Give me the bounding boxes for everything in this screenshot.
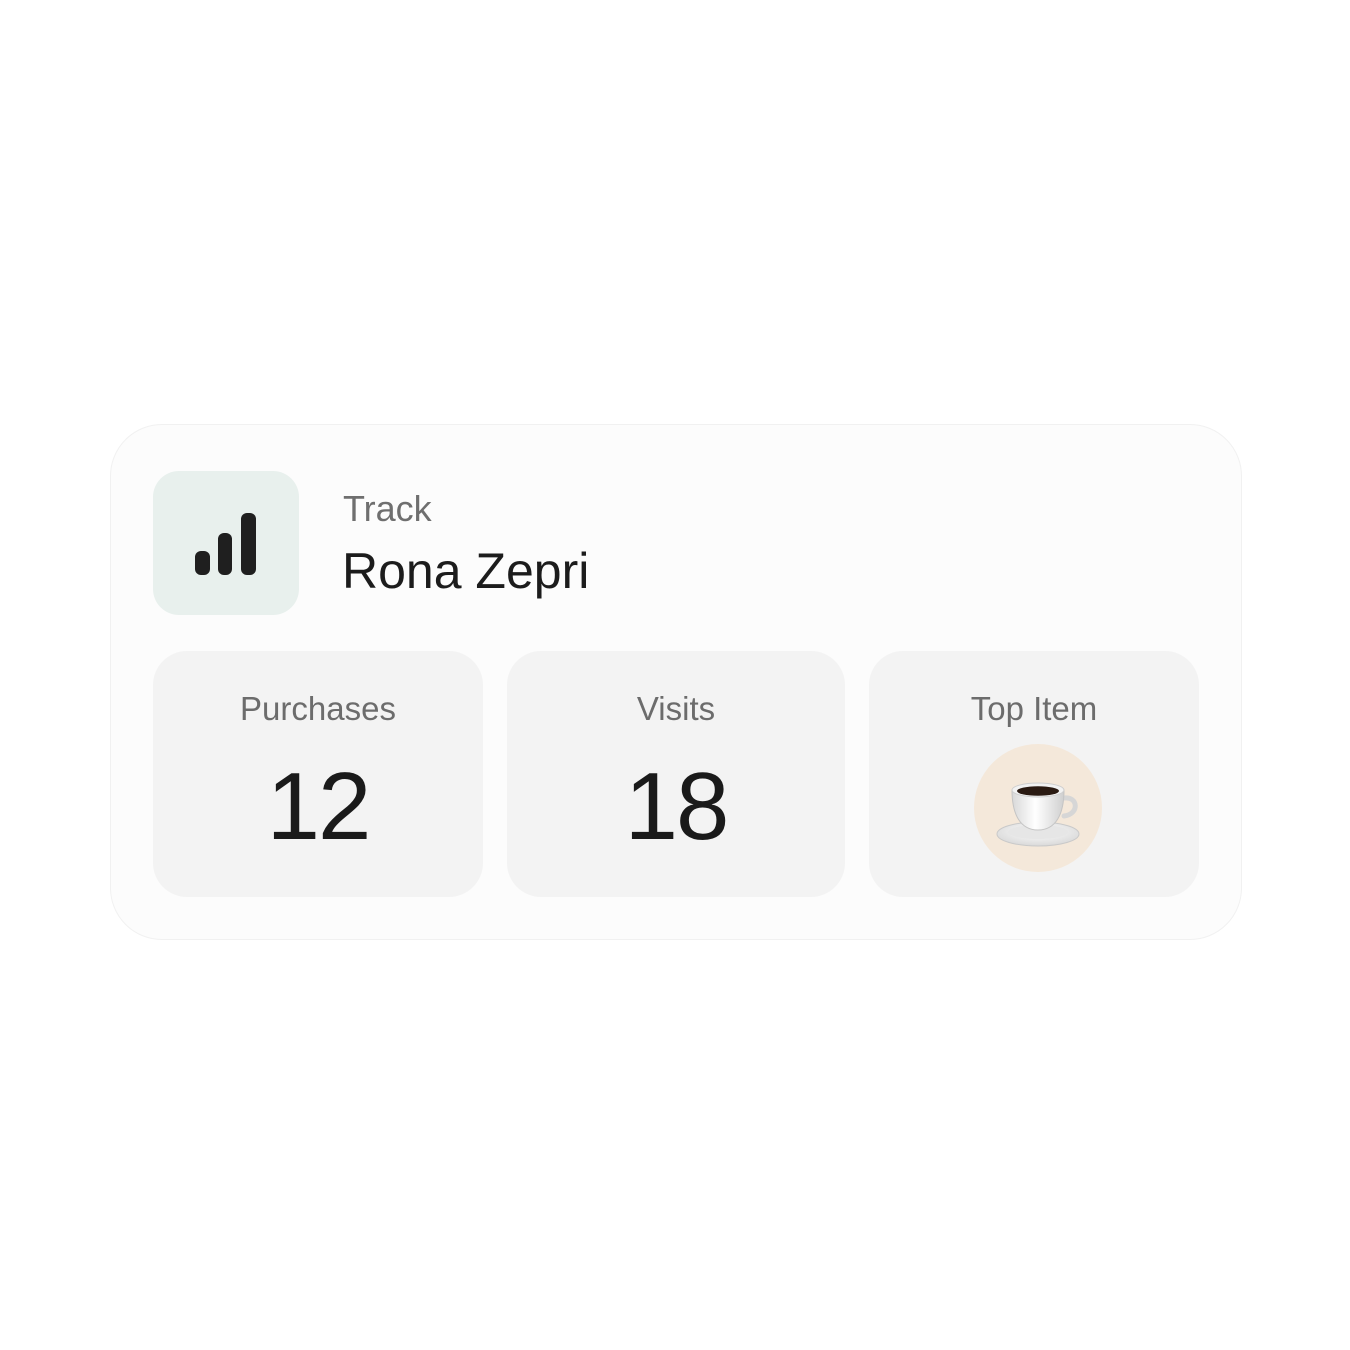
tracking-card: Track Rona Zepri Purchases 12 Visits 18 …	[110, 424, 1242, 940]
top-item-badge	[974, 744, 1102, 872]
bar-chart-icon	[195, 513, 256, 575]
purchases-label: Purchases	[240, 690, 396, 727]
purchases-value: 12	[266, 753, 372, 860]
customer-name: Rona Zepri	[342, 543, 590, 599]
chart-icon-box	[153, 471, 299, 615]
coffee-cup-icon	[996, 782, 1080, 847]
visits-value: 18	[624, 753, 730, 860]
top-item-label: Top Item	[970, 690, 1098, 727]
purchases-tile: Purchases 12	[153, 651, 483, 897]
visits-tile: Visits 18	[507, 651, 845, 897]
header-subtitle: Track	[343, 488, 432, 529]
visits-label: Visits	[636, 690, 716, 727]
top-item-tile: Top Item	[869, 651, 1199, 897]
